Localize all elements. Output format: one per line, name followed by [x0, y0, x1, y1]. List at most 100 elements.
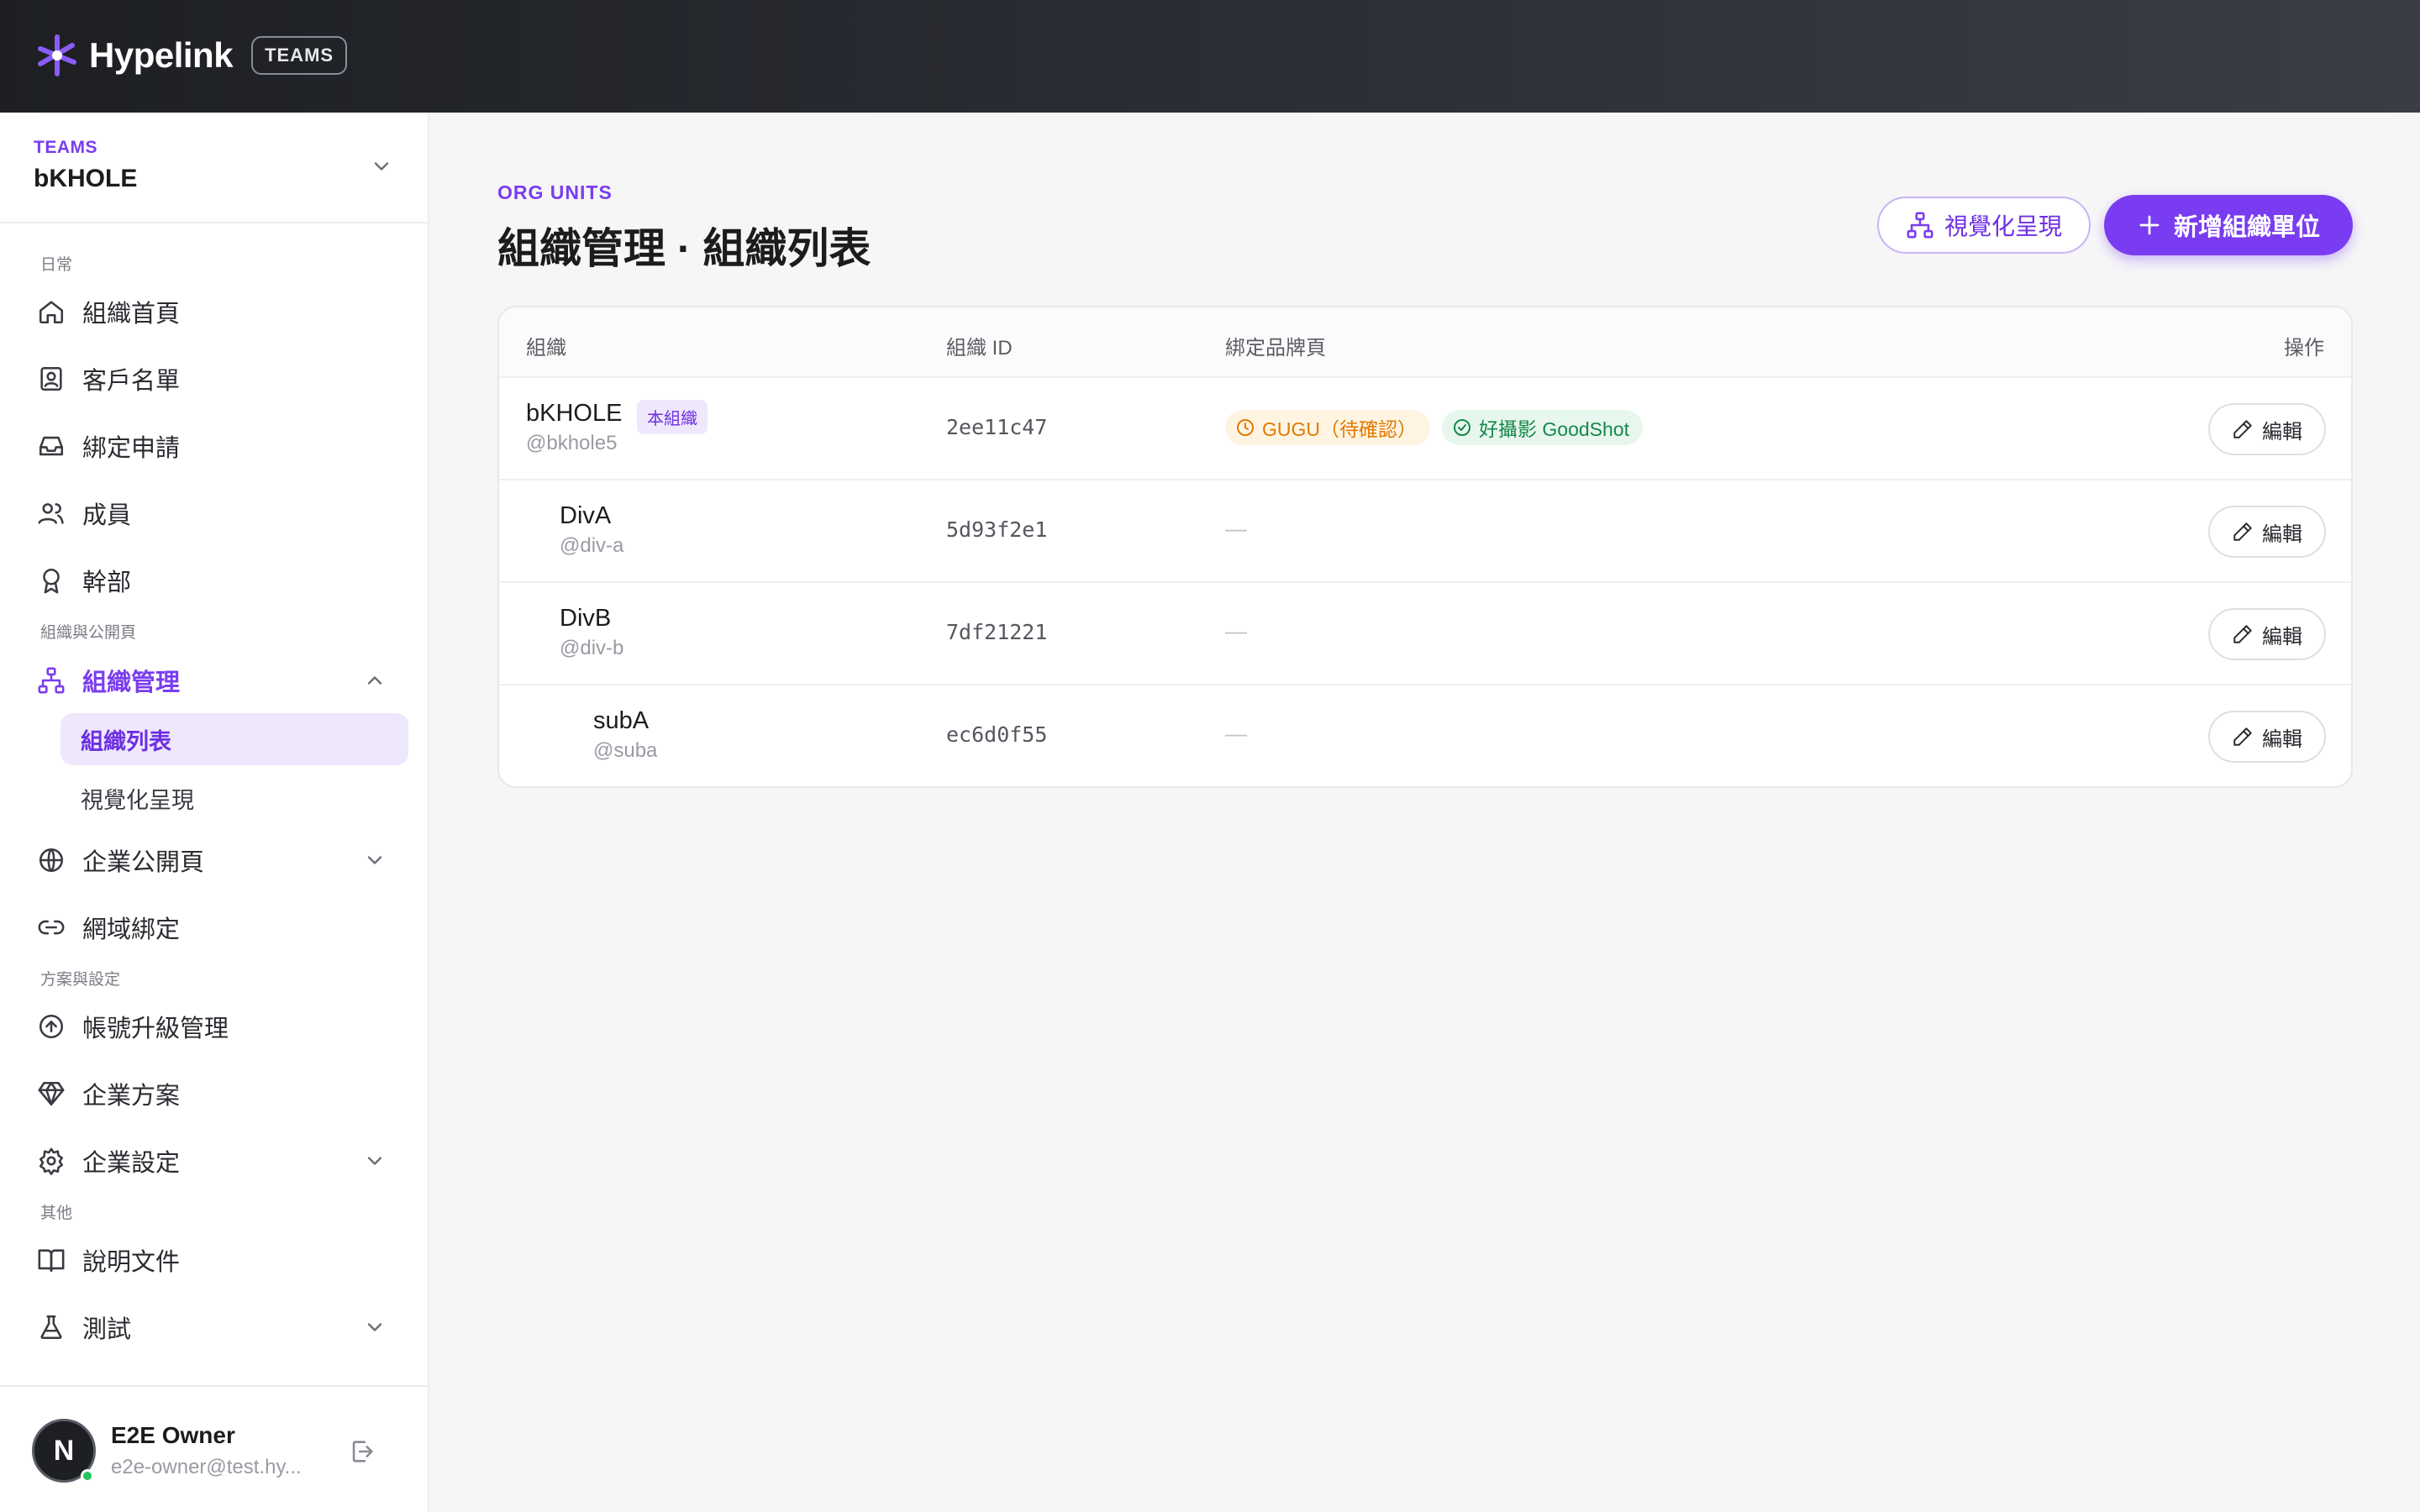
sidebar-item-officers[interactable]: 幹部 [37, 555, 407, 606]
users-icon [38, 503, 64, 524]
sidebar-item-label: 客戶名單 [82, 368, 181, 395]
column-header-org-id: 組織 ID [946, 337, 1013, 360]
sidebar-item-label: 企業方案 [82, 1083, 181, 1110]
brand-chip-label: 好攝影 GoodShot [1479, 418, 1629, 440]
clock-icon [1237, 419, 1254, 436]
org-slug: @suba [593, 739, 658, 762]
teams-badge: TEAMS [251, 36, 348, 75]
pencil-icon [2233, 522, 2252, 541]
sidebar-item-label: 組織管理 [82, 669, 181, 696]
sidebar-item-enterprise-settings[interactable]: 企業設定 [37, 1136, 407, 1186]
team-eyebrow: TEAMS [34, 138, 97, 157]
page-title: 組織管理 · 組織列表 [497, 225, 871, 272]
org-id: ec6d0f55 [946, 722, 1048, 747]
sidebar-item-domain-binding[interactable]: 網域綁定 [37, 902, 407, 953]
brand-chip-label: GUGU（待確認） [1262, 418, 1417, 440]
add-org-unit-button[interactable]: 新增組織單位 [2104, 195, 2353, 255]
logout-icon[interactable] [348, 1437, 376, 1466]
add-org-unit-label: 新增組織單位 [2173, 214, 2320, 241]
nav-section-daily: 日常 [40, 256, 73, 274]
sidebar-item-members[interactable]: 成員 [37, 488, 407, 538]
edit-button[interactable]: 編輯 [2208, 403, 2326, 455]
top-bar: Hypelink TEAMS [0, 0, 2420, 113]
sidebar-item-label: 綁定申請 [82, 435, 181, 462]
user-profile[interactable]: N E2E Owner e2e-owner@test.hy... [0, 1385, 428, 1512]
org-slug: @bkhole5 [526, 432, 618, 454]
team-switcher[interactable]: TEAMS bKHOLE [0, 113, 428, 223]
pencil-icon [2233, 420, 2252, 438]
award-icon [43, 568, 60, 594]
hypelink-logo-icon [38, 34, 76, 76]
sidebar-item-label: 網域綁定 [82, 916, 181, 943]
brand-name: Hypelink [89, 35, 234, 75]
sidebar-subitem-visualize[interactable]: 視覺化呈現 [60, 772, 408, 824]
table-header: 組織 組織 ID 綁定品牌頁 操作 [499, 307, 2351, 378]
sidebar-item-binding-requests[interactable]: 綁定申請 [37, 421, 407, 471]
self-org-badge: 本組織 [637, 400, 708, 434]
arrow-up-circle-icon [39, 1014, 64, 1039]
inbox-icon [39, 436, 64, 456]
edit-button-label: 編輯 [2262, 625, 2302, 648]
org-tree-icon [38, 667, 65, 694]
nav-section-other: 其他 [40, 1205, 73, 1222]
sidebar-item-label: 企業公開頁 [82, 849, 205, 876]
sidebar-item-test[interactable]: 測試 [37, 1302, 407, 1352]
brand-chip-pending[interactable]: GUGU（待確認） [1225, 410, 1430, 445]
org-name: DivA [560, 502, 612, 529]
org-name: bKHOLE [526, 400, 623, 427]
table-row: subA @suba ec6d0f55 — 編輯 [499, 685, 2351, 786]
chevron-down-icon [367, 856, 382, 864]
check-circle-icon [1454, 419, 1470, 436]
sidebar-item-org-management[interactable]: 組織管理 [37, 655, 407, 706]
sidebar-item-label: 幹部 [82, 570, 132, 596]
edit-button[interactable]: 編輯 [2208, 711, 2326, 763]
sidebar-item-label: 帳號升級管理 [82, 1016, 229, 1042]
org-name: DivB [560, 605, 612, 632]
visualize-button-label: 視覺化呈現 [1944, 213, 2062, 239]
chevron-down-icon [374, 162, 389, 171]
column-header-org: 組織 [526, 337, 566, 360]
edit-button-label: 編輯 [2262, 522, 2302, 546]
page-eyebrow: ORG UNITS [497, 181, 613, 203]
no-brand-placeholder: — [1225, 516, 1247, 541]
chevron-up-icon [367, 676, 382, 685]
brand-chip-bound[interactable]: 好攝影 GoodShot [1442, 410, 1643, 445]
sidebar-item-label: 企業設定 [82, 1150, 181, 1177]
sidebar-item-org-home[interactable]: 組織首頁 [37, 286, 407, 337]
sidebar-item-account-upgrade[interactable]: 帳號升級管理 [37, 1001, 407, 1052]
column-header-actions: 操作 [2284, 337, 2324, 360]
visualize-button[interactable]: 視覺化呈現 [1877, 197, 2091, 254]
edit-button[interactable]: 編輯 [2208, 608, 2326, 660]
no-brand-placeholder: — [1225, 618, 1247, 643]
sidebar-item-public-page[interactable]: 企業公開頁 [37, 835, 407, 885]
table-row: DivA @div-a 5d93f2e1 — 編輯 [499, 480, 2351, 583]
chevron-down-icon [367, 1157, 382, 1165]
sidebar-item-enterprise-plan[interactable]: 企業方案 [37, 1068, 407, 1119]
org-tree-icon [1907, 212, 1933, 239]
org-id: 2ee11c47 [946, 415, 1048, 439]
edit-button[interactable]: 編輯 [2208, 506, 2326, 558]
sidebar-item-label: 測試 [82, 1316, 132, 1343]
org-name: subA [593, 707, 650, 734]
team-name: bKHOLE [34, 165, 138, 192]
user-name: E2E Owner [111, 1422, 235, 1448]
brand-logo[interactable]: Hypelink TEAMS [32, 30, 348, 81]
sidebar-item-docs[interactable]: 說明文件 [37, 1235, 407, 1285]
user-email: e2e-owner@test.hy... [111, 1456, 302, 1478]
sidebar-item-clients[interactable]: 客戶名單 [37, 354, 407, 404]
sidebar-item-label: 說明文件 [82, 1249, 181, 1276]
pencil-icon [2233, 625, 2252, 643]
org-slug: @div-a [560, 534, 624, 557]
table-row: bKHOLE 本組織 @bkhole5 2ee11c47 GUGU（待確認） 好… [499, 378, 2351, 480]
org-slug: @div-b [560, 637, 624, 659]
sidebar-item-label: 組織首頁 [82, 301, 181, 328]
book-icon [38, 1249, 65, 1273]
home-icon [39, 301, 64, 324]
edit-button-label: 編輯 [2262, 420, 2302, 444]
gem-icon [38, 1081, 65, 1106]
sidebar-subitem-org-list[interactable]: 組織列表 [60, 713, 408, 765]
chevron-down-icon [367, 1323, 382, 1331]
flask-icon [40, 1315, 62, 1340]
org-table: 組織 組織 ID 綁定品牌頁 操作 bKHOLE 本組織 @bkhole5 2e… [497, 306, 2353, 788]
sidebar-item-label: 成員 [82, 502, 132, 529]
